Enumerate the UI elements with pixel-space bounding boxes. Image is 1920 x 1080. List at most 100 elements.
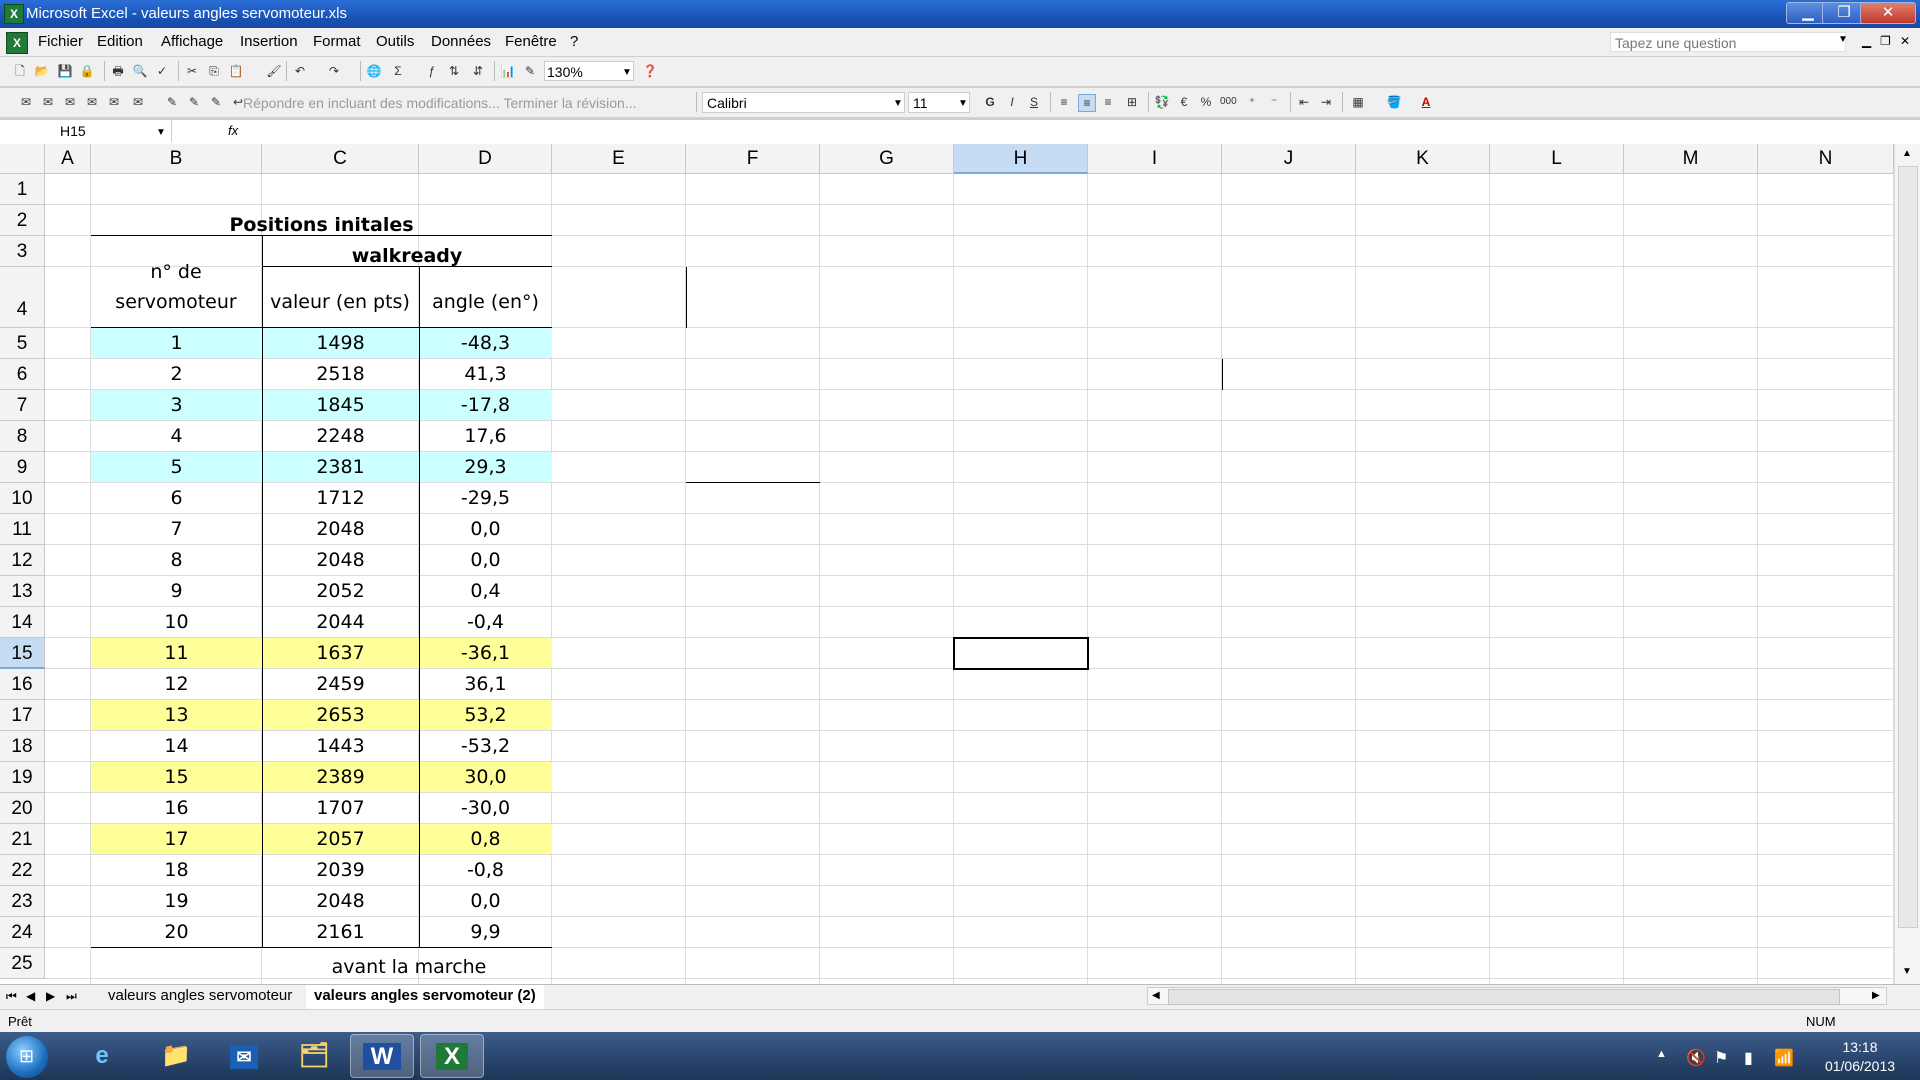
select-all-corner[interactable] [0,144,45,174]
close-button[interactable]: ✕ [1860,2,1916,24]
cell-value[interactable]: 2389 [262,762,419,792]
column-header-h[interactable]: H [954,144,1088,174]
sort-descending-icon[interactable]: ⇵ [470,63,486,79]
table-footer-note[interactable]: avant la marche [91,952,727,982]
print-icon[interactable]: 🖶 [110,63,126,79]
percent-button[interactable]: % [1198,94,1214,110]
sheet-tab[interactable]: valeurs angles servomoteur [100,985,300,1007]
ask-question-input[interactable]: Tapez une question [1610,32,1846,52]
reviewing-icon[interactable]: ✉ [62,94,78,110]
cell-value[interactable]: 2052 [262,576,419,606]
taskbar-app[interactable]: W [350,1034,414,1078]
cell-servo[interactable]: 6 [91,483,262,513]
zoom-select[interactable]: 130% [544,61,634,81]
column-header-g[interactable]: G [820,144,954,174]
cell-angle[interactable]: -29,5 [419,483,552,513]
cell-value[interactable]: 1845 [262,390,419,420]
cell-value[interactable]: 1707 [262,793,419,823]
menu-outils[interactable]: Outils [376,33,414,50]
cell-angle[interactable]: 0,0 [419,545,552,575]
scroll-up-icon[interactable]: ▲ [1902,148,1912,159]
cell-angle[interactable]: -53,2 [419,731,552,761]
column-header-j[interactable]: J [1222,144,1356,174]
cell-value[interactable]: 2161 [262,917,419,947]
doc-close-icon[interactable]: ✕ [1900,34,1910,48]
taskbar-app[interactable]: 📁 [144,1034,208,1078]
cell-servo[interactable]: 18 [91,855,262,885]
print-preview-icon[interactable]: 🔍 [132,63,148,79]
menu-insertion[interactable]: Insertion [240,33,298,50]
worksheet-grid[interactable]: ABCDEFGHIJKLMN 1 2 3 4 5 6 7 8 9 10 11 12 13 14 15 16 17… [0,144,1894,984]
first-sheet-icon[interactable]: ⏮ [6,989,17,1004]
cell-angle[interactable]: 36,1 [419,669,552,699]
battery-icon[interactable]: ▮ [1744,1048,1753,1068]
taskbar-app[interactable]: X [420,1034,484,1078]
taskbar-app[interactable]: 🗂 [282,1034,346,1078]
row-header-9[interactable]: 9 [0,452,45,483]
row-header-10[interactable]: 10 [0,483,45,514]
menu-help[interactable]: ? [570,33,578,50]
cell-angle[interactable]: -17,8 [419,390,552,420]
cell-value[interactable]: 2048 [262,514,419,544]
row-header-18[interactable]: 18 [0,731,45,762]
chevron-down-icon[interactable]: ▼ [958,98,968,109]
column-header-d[interactable]: D [419,144,552,174]
reviewing-icon[interactable]: ✉ [106,94,122,110]
horizontal-scroll-thumb[interactable] [1168,989,1840,1005]
cell-value[interactable]: 2381 [262,452,419,482]
fill-color-icon[interactable]: 🪣 [1386,94,1402,110]
autosum-icon[interactable]: Σ [390,63,406,79]
cell-value[interactable]: 2044 [262,607,419,637]
copy-icon[interactable]: ⎘ [206,63,222,79]
cell-angle[interactable]: 0,0 [419,514,552,544]
next-sheet-icon[interactable]: ▶ [46,989,55,1003]
cell-angle[interactable]: 0,4 [419,576,552,606]
align-left-icon[interactable]: ≡ [1056,94,1072,110]
cell-value[interactable]: 1498 [262,328,419,358]
borders-icon[interactable]: ▦ [1350,94,1366,110]
cell-angle[interactable]: 17,6 [419,421,552,451]
font-name-select[interactable]: Calibri [702,92,905,113]
decrease-indent-icon[interactable]: ⇤ [1296,94,1312,110]
merge-center-icon[interactable]: ⊞ [1124,94,1140,110]
format-painter-icon[interactable]: 🖌 [266,63,282,79]
new-icon[interactable]: 🗋 [12,63,28,79]
row-header-5[interactable]: 5 [0,328,45,359]
cell-servo[interactable]: 1 [91,328,262,358]
scroll-right-icon[interactable]: ▶ [1872,990,1880,1001]
cell-servo[interactable]: 10 [91,607,262,637]
start-button[interactable]: ⊞ [6,1036,48,1078]
doc-restore-icon[interactable]: ❐ [1880,34,1891,48]
action-center-flag-icon[interactable]: ⚑ [1714,1048,1728,1068]
track-changes-icon[interactable]: ✎ [186,94,202,110]
cell-angle[interactable]: 41,3 [419,359,552,389]
header-servo-number[interactable]: n° de servomoteur [91,241,261,333]
row-header-14[interactable]: 14 [0,607,45,638]
align-right-icon[interactable]: ≡ [1100,94,1116,110]
taskbar-app[interactable]: e [70,1034,134,1078]
menu-fenetre[interactable]: Fenêtre [505,33,557,50]
cell-value[interactable]: 2057 [262,824,419,854]
cell-servo[interactable]: 8 [91,545,262,575]
cell-servo[interactable]: 11 [91,638,262,668]
sort-ascending-icon[interactable]: ⇅ [446,63,462,79]
taskbar-app[interactable]: ✉ [212,1034,276,1078]
sheet-tab-active[interactable]: valeurs angles servomoteur (2) [306,985,544,1009]
cell-value[interactable]: 2518 [262,359,419,389]
cell-value[interactable]: 1712 [262,483,419,513]
insert-function-icon[interactable]: fx [228,123,238,138]
cell-angle[interactable]: 29,3 [419,452,552,482]
help-icon[interactable]: ❓ [642,63,658,79]
cell-angle[interactable]: 30,0 [419,762,552,792]
row-header-6[interactable]: 6 [0,359,45,390]
italic-button[interactable]: I [1004,94,1020,110]
currency-icon[interactable]: 💱 [1154,94,1170,110]
row-header-4[interactable]: 4 [0,267,45,328]
column-header-l[interactable]: L [1490,144,1624,174]
cell-value[interactable]: 1637 [262,638,419,668]
cell-value[interactable]: 1443 [262,731,419,761]
cell-servo[interactable]: 19 [91,886,262,916]
selected-cell-h15[interactable] [953,637,1089,670]
column-header-e[interactable]: E [552,144,686,174]
last-sheet-icon[interactable]: ⏭ [66,989,77,1004]
